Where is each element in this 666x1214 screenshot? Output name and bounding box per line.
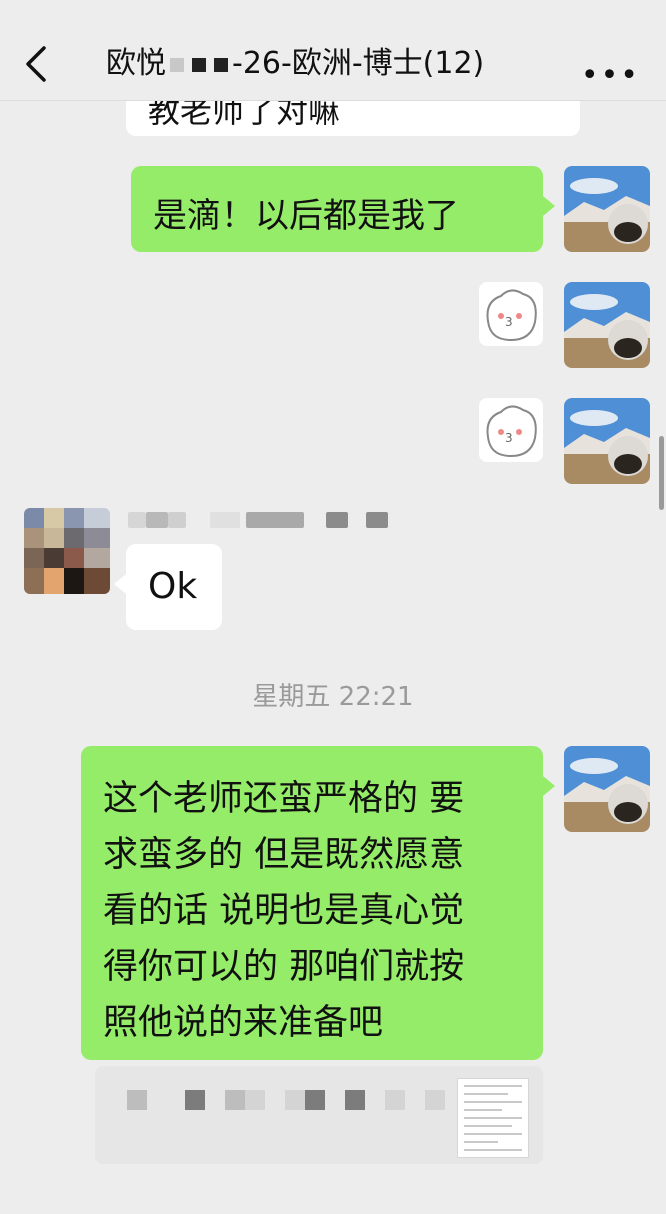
avatar[interactable] [564,746,650,832]
message-line: 求蛮多的 但是既然愿意 [103,835,465,875]
svg-text:3: 3 [505,431,513,445]
redacted-block [170,57,184,72]
chat-title: 欧悦 -26-欧洲-博士(12) [106,44,484,84]
file-attachment[interactable] [95,1066,543,1164]
chat-title-prefix: 欧悦 [106,46,166,81]
message-line: 得你可以的 那咱们就按 [103,947,465,987]
redacted-block [385,1090,405,1110]
redacted-block [425,1090,445,1110]
more-options-icon[interactable]: ••• [581,58,640,93]
redacted-block [245,1090,265,1110]
redacted-block [192,57,206,72]
redacted-block [185,1090,205,1110]
message-line: 这个老师还蛮严格的 要 [103,779,465,819]
bubble-tail [543,776,555,796]
message-line: 看的话 说明也是真心觉 [103,891,465,931]
sticker[interactable]: 3 [479,282,543,346]
redacted-block [214,57,228,72]
back-arrow-icon[interactable] [20,42,60,86]
chat-title-suffix: -26-欧洲-博士(12) [232,46,485,81]
redacted-block [285,1090,305,1110]
message-text: Ok [148,566,198,607]
message-text: 是滴！以后都是我了 [153,196,459,236]
scrollbar[interactable] [659,436,664,510]
redacted-block [345,1090,365,1110]
sticker[interactable]: 3 [479,398,543,462]
message-bubble-incoming[interactable]: Ok [126,544,222,630]
avatar[interactable] [564,282,650,368]
redacted-block [127,1090,147,1110]
message-bubble-outgoing[interactable]: 是滴！以后都是我了 [131,166,543,252]
timestamp: 星期五 22:21 [252,682,414,712]
svg-text:3: 3 [505,315,513,329]
redacted-block [305,1090,325,1110]
avatar-pixelated[interactable] [24,508,110,594]
bubble-tail [543,196,555,216]
chat-header: 欧悦 -26-欧洲-博士(12) ••• [0,0,666,101]
avatar[interactable] [564,166,650,252]
avatar[interactable] [564,398,650,484]
redacted-block [225,1090,245,1110]
message-bubble-outgoing[interactable]: 这个老师还蛮严格的 要 求蛮多的 但是既然愿意 看的话 说明也是真心觉 得你可以… [81,746,543,1060]
bubble-tail [114,574,126,594]
file-thumbnail [457,1078,529,1158]
message-line: 照他说的来准备吧 [103,1003,384,1043]
